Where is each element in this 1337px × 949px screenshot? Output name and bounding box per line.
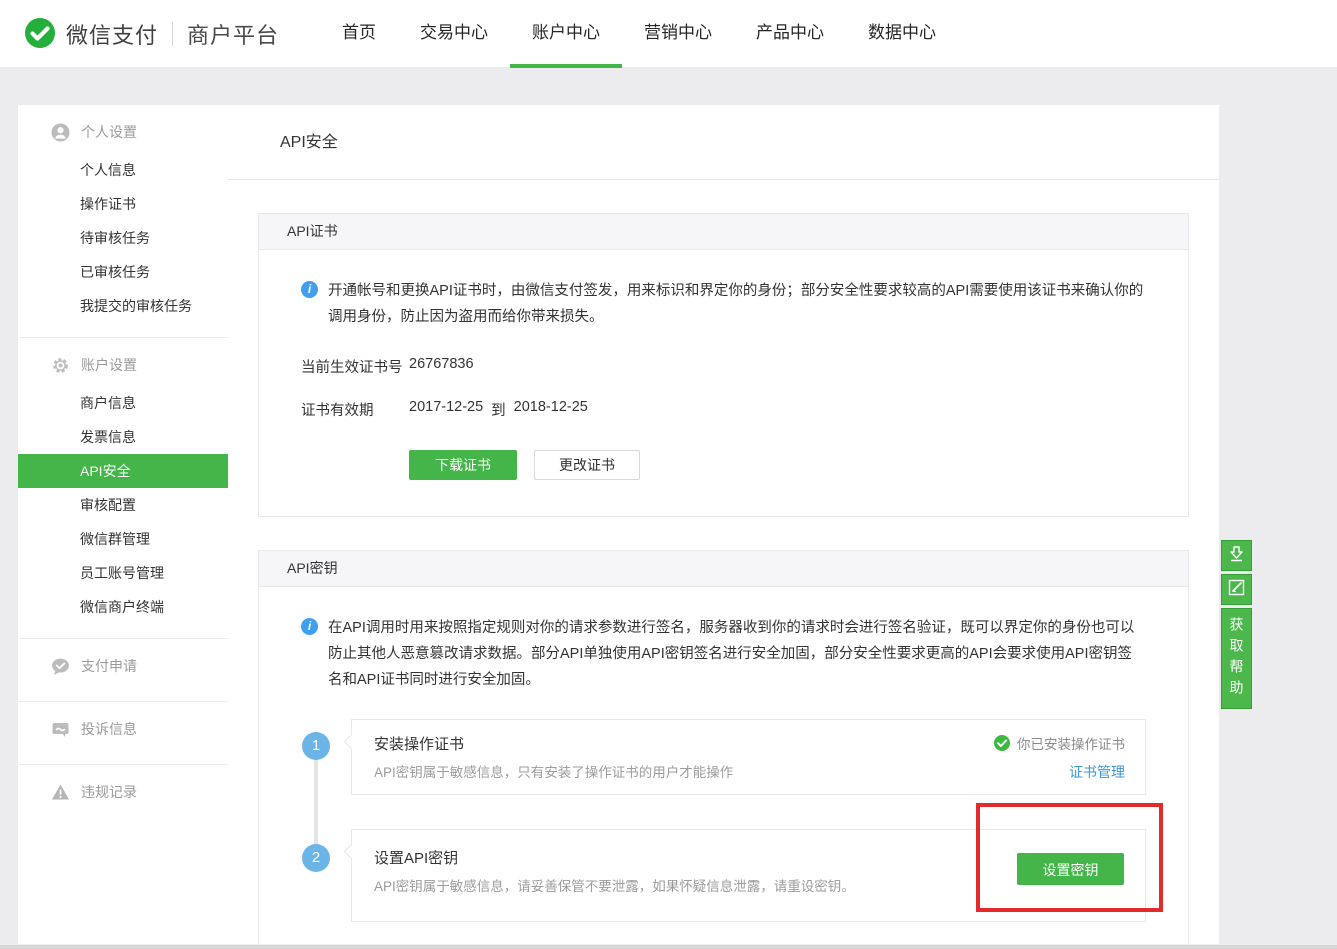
cert-number-label: 当前生效证书号 — [301, 356, 409, 377]
get-help-label: 获取帮助 — [1227, 617, 1247, 701]
sidebar-item-merchant-info[interactable]: 商户信息 — [18, 386, 228, 420]
top-nav: 首页 交易中心 账户中心 营销中心 产品中心 数据中心 — [320, 0, 958, 68]
step-1-badge: 1 — [302, 732, 330, 760]
bottom-scrollbar[interactable] — [0, 945, 1337, 949]
step-2-badge: 2 — [302, 844, 330, 872]
cert-valid-from: 2017-12-25 — [409, 399, 483, 420]
floating-help-widget: 获取帮助 — [1221, 540, 1252, 709]
cert-valid-to-word: 到 — [491, 399, 506, 420]
sidebar-item-wechat-group-mgmt[interactable]: 微信群管理 — [18, 522, 228, 556]
info-icon: i — [301, 281, 318, 298]
sidebar-item-pending-review-tasks[interactable]: 待审核任务 — [18, 221, 228, 255]
api-key-info-text: 在API调用时用来按照指定规则对你的请求参数进行签名，服务器收到你的请求时会进行… — [328, 615, 1146, 693]
sidebar-item-wechat-merchant-terminal[interactable]: 微信商户终端 — [18, 590, 228, 624]
logo[interactable]: 微信支付 商户平台 — [22, 16, 279, 52]
page-title: API安全 — [228, 105, 1219, 180]
sidebar-item-invoice-info[interactable]: 发票信息 — [18, 420, 228, 454]
sidebar-item-review-config[interactable]: 审核配置 — [18, 488, 228, 522]
cert-number-row: 当前生效证书号 26767836 — [301, 356, 1146, 377]
portal-name: 商户平台 — [187, 18, 279, 50]
sidebar-section-account: 账户设置 商户信息 发票信息 API安全 审核配置 微信群管理 员工账号管理 微… — [18, 338, 228, 639]
comment-icon — [51, 720, 70, 739]
sidebar-header-violation-records[interactable]: 违规记录 — [18, 771, 228, 813]
api-cert-card: API证书 i 开通帐号和更换API证书时，由微信支付签发，用来标识和界定你的身… — [258, 213, 1189, 517]
content-area: API证书 i 开通帐号和更换API证书时，由微信支付签发，用来标识和界定你的身… — [228, 180, 1219, 944]
sidebar-section-violations: 违规记录 — [18, 765, 228, 827]
nav-home[interactable]: 首页 — [320, 0, 398, 68]
edit-icon — [1228, 579, 1245, 601]
sidebar-item-personal-info[interactable]: 个人信息 — [18, 153, 228, 187]
get-help-button[interactable]: 获取帮助 — [1221, 608, 1252, 709]
api-key-card-body: i 在API调用时用来按照指定规则对你的请求参数进行签名，服务器收到你的请求时会… — [259, 587, 1188, 944]
nav-transaction-center[interactable]: 交易中心 — [398, 0, 510, 68]
sidebar-section-complaints: 投诉信息 — [18, 702, 228, 765]
sidebar-section-title: 个人设置 — [81, 122, 137, 142]
download-float-button[interactable] — [1221, 540, 1252, 571]
nav-data-center[interactable]: 数据中心 — [846, 0, 958, 68]
wechat-pay-logo-icon — [22, 16, 58, 52]
cert-validity-label: 证书有效期 — [301, 399, 409, 420]
download-icon — [1228, 545, 1245, 567]
sidebar-item-operation-cert[interactable]: 操作证书 — [18, 187, 228, 221]
cert-installed-status: 你已安装操作证书 — [994, 733, 1125, 753]
sidebar-section-title: 违规记录 — [81, 782, 137, 802]
cert-validity-row: 证书有效期 2017-12-25 到 2018-12-25 — [301, 399, 1146, 420]
api-key-steps: 1 2 安装操作证书 API密钥属于敏感信息，只有安装了操作证书的用户才能操作 — [301, 719, 1146, 933]
sidebar-header-account-settings[interactable]: 账户设置 — [18, 344, 228, 386]
warning-icon — [51, 783, 70, 802]
sidebar-section-title: 支付申请 — [81, 656, 137, 676]
gear-icon — [51, 356, 70, 375]
sidebar-item-my-submitted-tasks[interactable]: 我提交的审核任务 — [18, 289, 228, 323]
user-icon — [51, 123, 70, 142]
main-panel: API安全 API证书 i 开通帐号和更换API证书时，由微信支付签发，用来标识… — [228, 105, 1219, 944]
nav-marketing-center[interactable]: 营销中心 — [622, 0, 734, 68]
feedback-float-button[interactable] — [1221, 574, 1252, 605]
sidebar-header-payment-apply[interactable]: 支付申请 — [18, 645, 228, 687]
sidebar-item-reviewed-tasks[interactable]: 已审核任务 — [18, 255, 228, 289]
cert-number-value: 26767836 — [409, 356, 474, 377]
cert-valid-to: 2018-12-25 — [514, 399, 588, 420]
sidebar-section-personal: 个人设置 个人信息 操作证书 待审核任务 已审核任务 我提交的审核任务 — [18, 105, 228, 338]
top-header: 微信支付 商户平台 首页 交易中心 账户中心 营销中心 产品中心 数据中心 — [0, 0, 1337, 68]
api-cert-info-text: 开通帐号和更换API证书时，由微信支付签发，用来标识和界定你的身份；部分安全性要… — [328, 278, 1146, 330]
check-circle-icon — [994, 735, 1010, 751]
api-cert-card-body: i 开通帐号和更换API证书时，由微信支付签发，用来标识和界定你的身份；部分安全… — [259, 250, 1188, 516]
api-key-card-title: API密钥 — [259, 551, 1188, 587]
sidebar: 个人设置 个人信息 操作证书 待审核任务 已审核任务 我提交的审核任务 账户设置… — [18, 105, 228, 944]
api-key-card: API密钥 i 在API调用时用来按照指定规则对你的请求参数进行签名，服务器收到… — [258, 550, 1189, 944]
brand-name: 微信支付 — [66, 18, 158, 50]
info-icon: i — [301, 618, 318, 635]
sidebar-section-payment-apply: 支付申请 — [18, 639, 228, 702]
logo-divider — [172, 22, 173, 46]
step-2-set-api-key-box: 设置API密钥 API密钥属于敏感信息，请妥善保管不要泄露，如果怀疑信息泄露，请… — [351, 829, 1146, 922]
sidebar-item-staff-account-mgmt[interactable]: 员工账号管理 — [18, 556, 228, 590]
sidebar-header-complaint-info[interactable]: 投诉信息 — [18, 708, 228, 750]
download-cert-button[interactable]: 下载证书 — [409, 450, 517, 480]
chat-check-icon — [51, 657, 70, 676]
step-1-install-cert-box: 安装操作证书 API密钥属于敏感信息，只有安装了操作证书的用户才能操作 你已安装… — [351, 719, 1146, 795]
sidebar-item-api-security[interactable]: API安全 — [18, 454, 228, 488]
change-cert-button[interactable]: 更改证书 — [534, 450, 640, 480]
nav-product-center[interactable]: 产品中心 — [734, 0, 846, 68]
set-key-button[interactable]: 设置密钥 — [1017, 853, 1124, 885]
nav-account-center[interactable]: 账户中心 — [510, 0, 622, 68]
api-cert-card-title: API证书 — [259, 214, 1188, 250]
sidebar-header-personal-settings[interactable]: 个人设置 — [18, 111, 228, 153]
cert-management-link[interactable]: 证书管理 — [1069, 762, 1125, 782]
sidebar-section-title: 账户设置 — [81, 355, 137, 375]
sidebar-section-title: 投诉信息 — [81, 719, 137, 739]
cert-installed-text: 你已安装操作证书 — [1017, 733, 1125, 753]
